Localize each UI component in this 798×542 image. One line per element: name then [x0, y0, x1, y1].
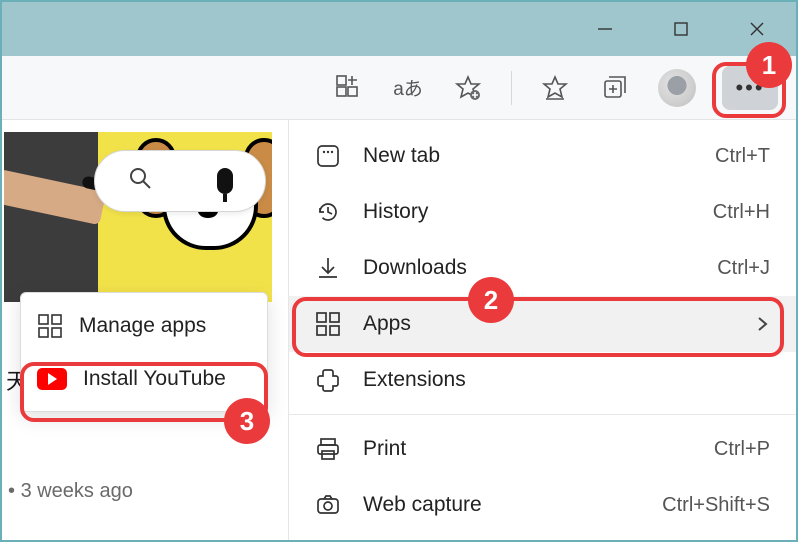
menu-downloads-label: Downloads: [363, 256, 695, 280]
print-icon: [315, 436, 341, 462]
history-icon: [315, 199, 341, 225]
window-minimize-button[interactable]: [576, 7, 634, 51]
menu-new-tab-shortcut: Ctrl+T: [715, 145, 770, 168]
toolbar-divider: [511, 71, 512, 105]
install-youtube-label: Install YouTube: [83, 367, 226, 391]
menu-downloads-shortcut: Ctrl+J: [717, 257, 770, 280]
menu-print-shortcut: Ctrl+P: [714, 438, 770, 461]
favorites-icon[interactable]: [538, 71, 572, 105]
youtube-icon: [37, 368, 67, 390]
menu-downloads[interactable]: Downloads Ctrl+J: [289, 240, 796, 296]
menu-web-capture-shortcut: Ctrl+Shift+S: [662, 494, 770, 517]
menu-new-tab-label: New tab: [363, 144, 693, 168]
lang-label: aあ: [393, 74, 423, 101]
annotation-callout-2: 2: [468, 277, 514, 323]
video-timestamp: • 3 weeks ago: [8, 480, 133, 503]
annotation-callout-3: 3: [224, 398, 270, 444]
menu-print[interactable]: Print Ctrl+P: [289, 421, 796, 477]
menu-history-label: History: [363, 200, 691, 224]
extensions-icon[interactable]: [331, 71, 365, 105]
menu-divider: [289, 414, 796, 415]
manage-apps-item[interactable]: Manage apps: [21, 299, 267, 353]
menu-history-shortcut: Ctrl+H: [713, 201, 770, 224]
menu-extensions[interactable]: Extensions: [289, 352, 796, 408]
add-favorite-icon[interactable]: [451, 71, 485, 105]
apps-icon: [315, 311, 341, 337]
menu-apps-label: Apps: [363, 312, 732, 336]
menu-apps[interactable]: Apps: [289, 296, 796, 352]
menu-history[interactable]: History Ctrl+H: [289, 184, 796, 240]
menu-extensions-label: Extensions: [363, 368, 770, 392]
search-icon: [128, 166, 152, 196]
menu-print-label: Print: [363, 437, 692, 461]
settings-menu: New tab Ctrl+T History Ctrl+H Downloads …: [288, 120, 796, 540]
window-maximize-button[interactable]: [652, 7, 710, 51]
manage-apps-label: Manage apps: [79, 314, 206, 338]
content-area: 天 • 3 weeks ago Manage apps Install YouT…: [2, 120, 796, 540]
annotation-callout-1: 1: [746, 42, 792, 88]
browser-toolbar: aあ •••: [2, 56, 796, 120]
menu-new-tab[interactable]: New tab Ctrl+T: [289, 128, 796, 184]
collections-icon[interactable]: [598, 71, 632, 105]
menu-web-capture-label: Web capture: [363, 493, 640, 517]
chevron-right-icon: [754, 316, 770, 332]
profile-avatar[interactable]: [658, 69, 696, 107]
web-capture-icon: [315, 492, 341, 518]
downloads-icon: [315, 255, 341, 281]
voice-search-icon[interactable]: [217, 168, 233, 194]
menu-web-capture[interactable]: Web capture Ctrl+Shift+S: [289, 477, 796, 533]
search-pill[interactable]: [94, 150, 266, 212]
read-aloud-lang-icon[interactable]: aあ: [391, 71, 425, 105]
install-youtube-item[interactable]: Install YouTube: [21, 353, 267, 405]
apps-submenu: Manage apps Install YouTube: [20, 292, 268, 412]
extensions-menu-icon: [315, 367, 341, 393]
window-titlebar: [2, 2, 796, 56]
new-tab-icon: [315, 143, 341, 169]
